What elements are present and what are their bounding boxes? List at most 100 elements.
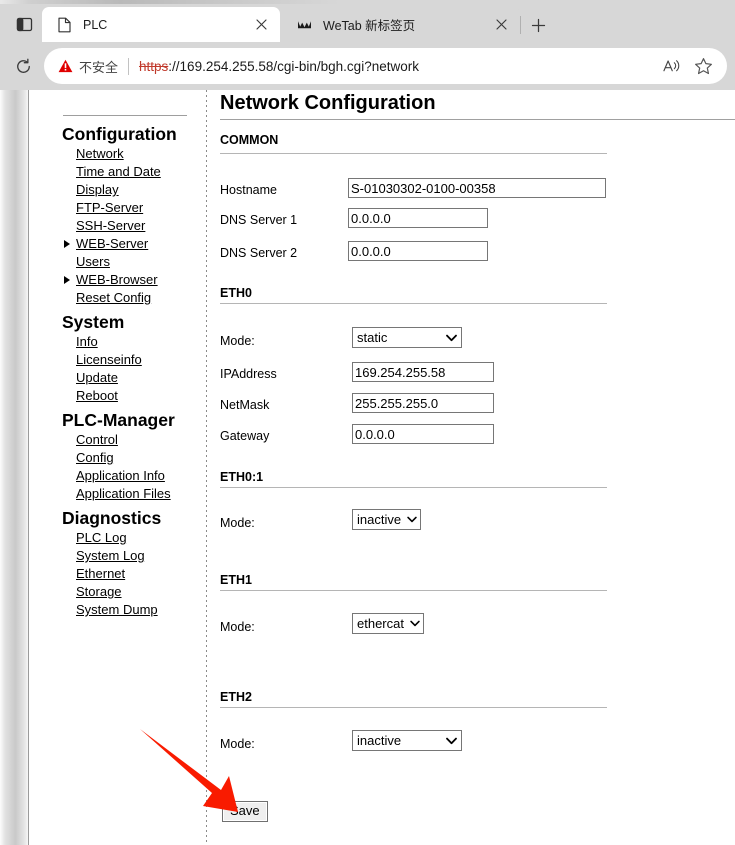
eth0-1-mode-label: Mode: bbox=[220, 516, 255, 530]
sidebar-item-control[interactable]: Control bbox=[62, 431, 202, 449]
section-rule-eth1 bbox=[220, 590, 607, 591]
window-left-gutter bbox=[0, 90, 28, 845]
eth0-netmask-input[interactable] bbox=[352, 393, 494, 413]
sidebar-item-label: Ethernet bbox=[76, 566, 126, 581]
eth0-ipaddress-input[interactable] bbox=[352, 362, 494, 382]
new-tab-button[interactable] bbox=[526, 13, 550, 37]
sidebar-group-plc-manager: Control Config Application Info Applicat… bbox=[62, 431, 202, 503]
sidebar-item-label: Update bbox=[76, 370, 118, 385]
sidebar-item-label: Application Info bbox=[76, 468, 165, 483]
hostname-label: Hostname bbox=[220, 183, 277, 197]
section-rule-common bbox=[220, 153, 607, 154]
sidebar-item-system-log[interactable]: System Log bbox=[62, 547, 202, 565]
url-path: ://169.254.255.58/cgi-bin/bgh.cgi?networ… bbox=[168, 58, 419, 74]
url-text[interactable]: https://169.254.255.58/cgi-bin/bgh.cgi?n… bbox=[139, 59, 657, 74]
sidebar-item-web-browser[interactable]: WEB-Browser bbox=[62, 271, 202, 289]
section-rule-eth0-1 bbox=[220, 487, 607, 488]
section-heading-eth0: ETH0 bbox=[220, 286, 252, 300]
sidebar-group-diagnostics: PLC Log System Log Ethernet Storage Syst… bbox=[62, 529, 202, 619]
star-icon[interactable] bbox=[689, 52, 717, 80]
security-warning-label: 不安全 bbox=[79, 59, 119, 75]
eth0-gateway-input[interactable] bbox=[352, 424, 494, 444]
close-icon[interactable] bbox=[250, 14, 272, 36]
sidebar-item-info[interactable]: Info bbox=[62, 333, 202, 351]
sidebar-item-web-server[interactable]: WEB-Server bbox=[62, 235, 202, 253]
browser-tab-wetab[interactable]: WeTab 新标签页 bbox=[282, 7, 520, 42]
wetab-crown-icon bbox=[296, 16, 313, 33]
sidebar-item-users[interactable]: Users bbox=[62, 253, 202, 271]
sidebar-item-label: Storage bbox=[76, 584, 122, 599]
sidebar-item-system-dump[interactable]: System Dump bbox=[62, 601, 202, 619]
section-heading-common: COMMON bbox=[220, 133, 279, 147]
sidebar-nav: Configuration Network Time and Date Disp… bbox=[62, 123, 202, 619]
sidebar-content-divider bbox=[206, 90, 207, 845]
sidebar-item-plc-log[interactable]: PLC Log bbox=[62, 529, 202, 547]
sidebar-item-time-and-date[interactable]: Time and Date bbox=[62, 163, 202, 181]
sidebar-item-config[interactable]: Config bbox=[62, 449, 202, 467]
eth1-mode-select[interactable]: ethercat bbox=[352, 613, 424, 634]
eth0-1-mode-select[interactable]: inactive bbox=[352, 509, 421, 530]
dns-server-2-label: DNS Server 2 bbox=[220, 246, 298, 260]
security-warning-badge[interactable]: 不安全 bbox=[58, 57, 118, 76]
omnibox-separator bbox=[128, 57, 130, 75]
sidebar-item-update[interactable]: Update bbox=[62, 369, 202, 387]
sidebar-top-rule bbox=[63, 115, 187, 116]
eth2-mode-value: inactive bbox=[357, 733, 402, 748]
sidebar-item-label: Application Files bbox=[76, 486, 171, 501]
sidebar-heading-configuration: Configuration bbox=[62, 124, 177, 144]
sidebar-item-label: WEB-Browser bbox=[76, 272, 158, 287]
screenshot-root: PLC WeTab 新标签页 不安全 https://169.254.255.… bbox=[0, 0, 735, 845]
sidebar-item-label: Time and Date bbox=[76, 164, 161, 179]
eth2-mode-select[interactable]: inactive bbox=[352, 730, 462, 751]
dns-server-2-input[interactable] bbox=[348, 241, 488, 261]
url-scheme: https bbox=[139, 58, 169, 74]
sidebar-item-application-files[interactable]: Application Files bbox=[62, 485, 202, 503]
browser-chrome: PLC WeTab 新标签页 不安全 https://169.254.255.… bbox=[0, 0, 735, 90]
sidebar-item-label: Reboot bbox=[76, 388, 118, 403]
browser-tab-plc[interactable]: PLC bbox=[42, 7, 280, 42]
reload-icon[interactable] bbox=[10, 53, 36, 79]
sidebar-item-label: Config bbox=[76, 450, 114, 465]
dns-server-1-input[interactable] bbox=[348, 208, 488, 228]
eth0-netmask-label: NetMask bbox=[220, 398, 270, 412]
eth2-mode-label: Mode: bbox=[220, 737, 255, 751]
page-icon bbox=[56, 16, 73, 33]
section-rule-eth2 bbox=[220, 707, 607, 708]
sidebar-item-network[interactable]: Network bbox=[62, 145, 202, 163]
expand-triangle-icon[interactable] bbox=[64, 276, 70, 284]
sidebar-item-storage[interactable]: Storage bbox=[62, 583, 202, 601]
sidebar-item-label: Licenseinfo bbox=[76, 352, 142, 367]
eth0-gateway-label: Gateway bbox=[220, 429, 270, 443]
eth0-mode-select[interactable]: static bbox=[352, 327, 462, 348]
tab-title: WeTab 新标签页 bbox=[323, 19, 416, 33]
sidebar-item-licenseinfo[interactable]: Licenseinfo bbox=[62, 351, 202, 369]
expand-triangle-icon[interactable] bbox=[64, 240, 70, 248]
sidebar-item-application-info[interactable]: Application Info bbox=[62, 467, 202, 485]
sidebar-item-reset-config[interactable]: Reset Config bbox=[62, 289, 202, 307]
hostname-input[interactable] bbox=[348, 178, 606, 198]
sidebar-item-ftp-server[interactable]: FTP-Server bbox=[62, 199, 202, 217]
save-button[interactable]: Save bbox=[222, 801, 268, 822]
chevron-down-icon bbox=[446, 334, 457, 342]
address-bar[interactable]: 不安全 https://169.254.255.58/cgi-bin/bgh.c… bbox=[44, 48, 727, 84]
close-icon[interactable] bbox=[490, 14, 512, 36]
sidebar-item-label: SSH-Server bbox=[76, 218, 146, 233]
sidebar-item-ssh-server[interactable]: SSH-Server bbox=[62, 217, 202, 235]
sidebar-item-label: Network bbox=[76, 146, 124, 161]
sidebar-item-label: Info bbox=[76, 334, 98, 349]
chevron-down-icon bbox=[446, 737, 457, 745]
sidebar-item-reboot[interactable]: Reboot bbox=[62, 387, 202, 405]
sidebar-item-label: System Dump bbox=[76, 602, 158, 617]
sidebar-item-display[interactable]: Display bbox=[62, 181, 202, 199]
page-viewport: Configuration Network Time and Date Disp… bbox=[0, 90, 735, 845]
tab-separator bbox=[520, 16, 521, 34]
sidebar-item-label: System Log bbox=[76, 548, 145, 563]
sidebar-item-ethernet[interactable]: Ethernet bbox=[62, 565, 202, 583]
sidebar-heading-diagnostics: Diagnostics bbox=[62, 508, 162, 528]
read-aloud-icon[interactable] bbox=[657, 52, 685, 80]
sidebar-item-label: Control bbox=[76, 432, 118, 447]
sidebar-item-label: Display bbox=[76, 182, 119, 197]
eth0-ipaddress-label: IPAddress bbox=[220, 367, 277, 381]
chevron-down-icon bbox=[410, 620, 420, 627]
tab-actions-icon[interactable] bbox=[10, 11, 38, 37]
